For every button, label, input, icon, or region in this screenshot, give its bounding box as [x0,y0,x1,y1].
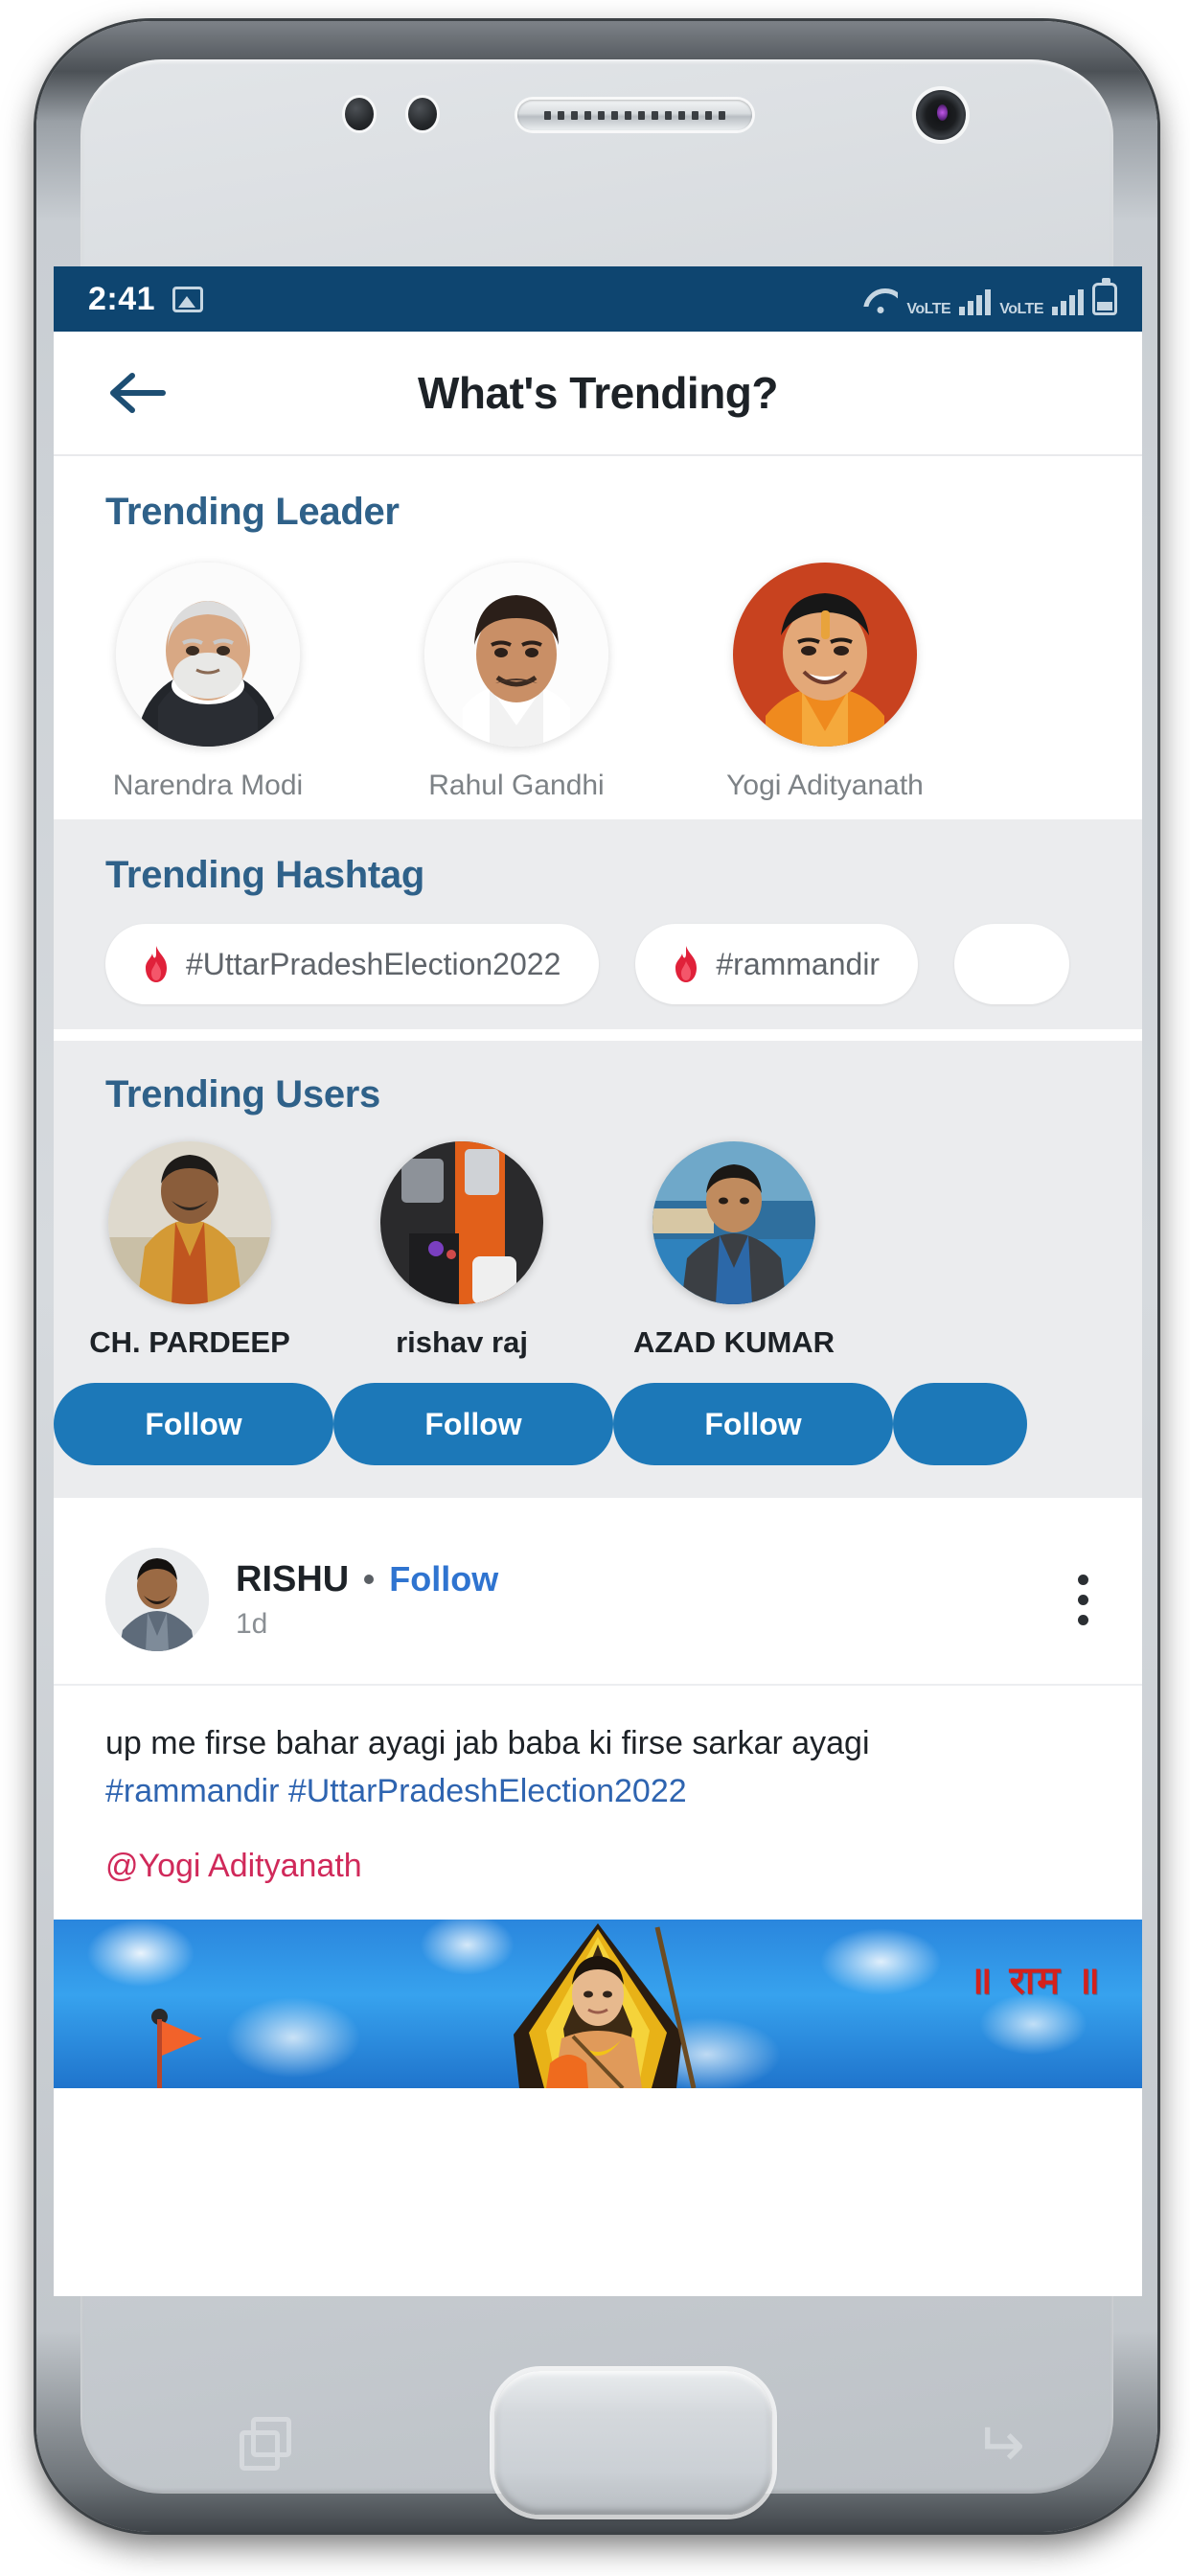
kebab-menu-icon[interactable] [1068,1565,1098,1635]
follow-button[interactable]: Follow [613,1383,893,1465]
follow-button[interactable]: Follow [54,1383,333,1465]
avatar [424,563,608,747]
saffron-flag-icon [162,2020,202,2056]
phone-screen: 2:41 VoLTE VoLTE What's Trending? Trendi… [54,266,1142,2296]
deity-illustration [514,1922,697,2088]
trending-leader-list: Narendra Modi Rahul Gandhi Yogi Adityana… [54,534,1142,802]
battery-icon [1092,278,1117,315]
avatar [733,563,917,747]
separator-dot [364,1575,375,1584]
post-header: RISHU Follow 1d [54,1509,1142,1686]
signal-bars-2-icon [1052,288,1084,315]
trending-users-section: Trending Users CH. PARDEEP rishav raj AZ… [54,1029,1142,1498]
user-item-partial[interactable] [870,1141,1142,1360]
leader-item[interactable]: Yogi Adityanath [671,563,979,802]
status-time: 2:41 [88,280,156,317]
hashtag-list: #UttarPradeshElection2022 #rammandir [54,897,1142,1004]
earpiece-speaker [517,100,752,130]
hashtag-chip-partial[interactable] [954,924,1070,1004]
avatar[interactable] [105,1548,209,1651]
user-item[interactable]: AZAD KUMAR [598,1141,870,1360]
flame-icon [146,946,167,982]
avatar [116,563,300,747]
signal-bars-1-icon [959,288,992,315]
image-icon [172,286,204,312]
status-icons: VoLTE VoLTE [863,278,1117,317]
user-name: rishav raj [396,1325,528,1359]
wifi-icon [863,288,899,315]
follow-buttons-row: Follow Follow Follow [54,1360,1142,1465]
user-name: AZAD KUMAR [632,1325,835,1359]
page-title: What's Trending? [417,368,779,418]
post-mention[interactable]: @Yogi Adityanath [105,1848,1090,1885]
trending-users-heading: Trending Users [105,1073,380,1116]
post-follow-link[interactable]: Follow [389,1559,498,1599]
back-nav-icon[interactable]: ↵ [958,2410,1025,2481]
trending-hashtag-heading: Trending Hashtag [105,854,425,896]
leader-name: Yogi Adityanath [726,770,924,801]
back-arrow-icon[interactable] [107,368,167,418]
user-name: CH. PARDEEP [89,1325,290,1359]
hashtag-chip[interactable]: #rammandir [635,924,919,1004]
network-label-1: VoLTE [906,301,951,317]
app-header: What's Trending? [54,332,1142,456]
front-camera-icon [916,90,966,140]
leader-item[interactable]: Rahul Gandhi [362,563,671,802]
post-image[interactable]: ॥ राम ॥ [54,1919,1142,2088]
avatar [380,1141,543,1304]
light-sensor-icon [408,98,437,130]
leader-name: Narendra Modi [112,770,304,801]
user-item[interactable]: CH. PARDEEP [54,1141,326,1360]
hashtag-label: #UttarPradeshElection2022 [186,946,561,981]
avatar [652,1141,815,1304]
proximity-sensor-icon [345,98,374,130]
post-timestamp: 1d [236,1607,268,1640]
post-card: RISHU Follow 1d up me firse bahar ayagi … [54,1498,1142,2088]
flame-icon [675,946,698,982]
post-body: up me firse bahar ayagi jab baba ki firs… [54,1686,1142,1895]
leader-item[interactable]: Narendra Modi [54,563,362,802]
post-text: up me firse bahar ayagi jab baba ki firs… [105,1725,870,1761]
follow-button[interactable]: Follow [333,1383,613,1465]
image-caption: ॥ राम ॥ [969,1958,1102,2003]
trending-users-list: CH. PARDEEP rishav raj AZAD KUMAR [54,1116,1142,1360]
avatar [108,1141,271,1304]
trending-leader-section: Trending Leader Narendra Modi Rahul Gand… [54,456,1142,819]
recents-icon[interactable] [240,2417,293,2471]
network-label-2: VoLTE [999,301,1043,317]
post-hashtags[interactable]: #rammandir #UttarPradeshElection2022 [105,1768,1090,1814]
user-item[interactable]: rishav raj [326,1141,598,1360]
hashtag-chip[interactable]: #UttarPradeshElection2022 [105,924,600,1004]
post-meta: RISHU Follow 1d [236,1559,498,1641]
leader-name: Rahul Gandhi [428,770,605,801]
trending-hashtag-section: Trending Hashtag #UttarPradeshElection20… [54,819,1142,1029]
screenshot-root: ↵ 2:41 VoLTE VoLTE What's Trending? Tren… [0,0,1190,2576]
trending-leader-heading: Trending Leader [105,491,400,533]
post-author: RISHU [236,1558,350,1599]
hashtag-label: #rammandir [716,946,881,981]
follow-button-partial[interactable] [893,1383,1027,1465]
status-bar: 2:41 VoLTE VoLTE [54,266,1142,332]
home-button[interactable] [494,2371,772,2515]
